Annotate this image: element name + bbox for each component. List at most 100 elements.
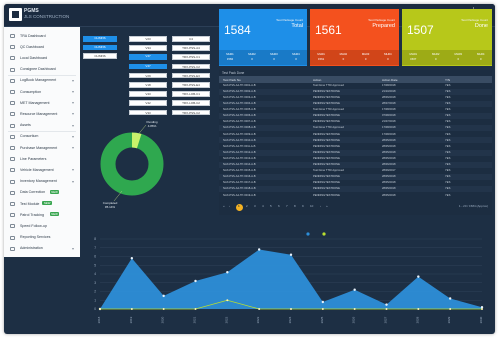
chevron-down-icon[interactable]: ▾ — [72, 145, 74, 150]
table-cell: YES — [445, 89, 451, 93]
sidebar-item[interactable]: Speed Follow-up — [4, 221, 80, 231]
sidebar-item[interactable]: LogBook Management ▾ — [4, 76, 80, 86]
breakdown-key: MH02 — [339, 52, 348, 56]
page-number[interactable]: 6 — [278, 204, 280, 208]
version-picker-option[interactable]: V29 — [129, 72, 167, 79]
breakdown-key: MH03 — [270, 52, 278, 56]
site-picker-option[interactable]: CLIMNS — [83, 44, 117, 50]
sidebar-item[interactable]: Consignee Dashboard — [4, 65, 80, 75]
sidebar-item[interactable]: Resource Management ▾ — [4, 109, 80, 119]
chevron-down-icon[interactable]: ▾ — [72, 179, 74, 184]
package-picker-option[interactable]: TRX-PSS-E4 — [172, 82, 210, 88]
new-badge: NEW — [49, 189, 60, 194]
chevron-down-icon[interactable]: ▾ — [72, 246, 74, 251]
table-row[interactable]: NAX-PSS-A4-TP-0019-A-B PENDINGTESTDONE 28/… — [219, 192, 492, 199]
column-header[interactable]: Y/N — [445, 78, 450, 82]
column-header[interactable]: Action Date — [382, 78, 398, 82]
site-picker-option[interactable]: CLIMNS — [83, 53, 117, 59]
version-picker-option[interactable]: V47 — [129, 63, 167, 70]
table-cell: NAX-PSS-A4-TP-0004-A-B — [223, 102, 256, 106]
stat-card[interactable]: 1561 Test Package Count Prepared MH01 1561 MH… — [310, 9, 399, 66]
chevron-down-icon[interactable]: ▾ — [72, 111, 74, 116]
stat-card-subtitle: Test Package Count — [276, 18, 303, 22]
sidebar-item[interactable]: Assets ▾ — [4, 121, 80, 131]
sidebar-nav: TRA Dashboard QC Dashboard Local Dashboard… — [4, 27, 80, 257]
package-picker-option[interactable]: TRX-LOB-C1 — [172, 91, 210, 97]
version-picker-option[interactable]: V34 — [129, 45, 167, 51]
column-header[interactable]: Action — [313, 78, 321, 82]
breakdown-value: 0 — [479, 57, 482, 61]
page-number[interactable]: 3 — [254, 204, 256, 208]
page-number[interactable]: 1 — [238, 204, 240, 208]
breakdown-value: 1584 — [226, 57, 234, 61]
data-point — [257, 248, 261, 251]
next-page-icon[interactable]: › — [320, 204, 321, 208]
page-number[interactable]: 5 — [270, 204, 272, 208]
table-cell: 28/05/2018 — [382, 150, 396, 154]
version-picker-option[interactable]: V18 — [129, 82, 167, 88]
sidebar-item[interactable]: Patrol Tracking NEW — [4, 210, 80, 220]
version-picker-option[interactable]: V42 — [129, 100, 167, 106]
pin-icon — [10, 213, 15, 218]
chevron-down-icon[interactable]: ▾ — [72, 89, 74, 94]
prev-page-icon[interactable]: ‹ — [229, 204, 230, 208]
stat-card[interactable]: 1584 Test Package Count Total MH01 1584 MH02 0… — [219, 9, 307, 66]
chevron-down-icon[interactable]: ▾ — [72, 78, 74, 83]
sidebar-item[interactable]: QC Dashboard — [4, 42, 80, 52]
table-cell: NAX-PSS-A4-TP-0010-A-B — [223, 138, 256, 142]
sidebar-item[interactable]: Line Parameters — [4, 154, 80, 164]
table-cell: NAX-PSS-A4-TP-0003-A-B — [223, 95, 256, 99]
version-picker-option[interactable]: V47 — [129, 54, 167, 60]
sidebar-item[interactable]: MET Management ▾ — [4, 98, 80, 108]
folder-icon — [10, 112, 15, 117]
chevron-down-icon[interactable]: ▾ — [72, 100, 74, 105]
breakdown-key: MH03 — [454, 52, 462, 56]
page-number[interactable]: 7 — [286, 204, 288, 208]
package-picker-option[interactable]: TRX-PSS-C1 — [172, 54, 210, 60]
sidebar-item[interactable]: Data Correction NEW — [4, 188, 80, 198]
sidebar-item[interactable]: Consortium ▾ — [4, 132, 80, 142]
pending-pct: 4.86% — [148, 124, 157, 128]
page-number[interactable]: 9 — [302, 204, 304, 208]
package-picker-option[interactable]: TRX-PSS-A4 — [172, 45, 210, 51]
sidebar-item[interactable]: Test Module NEW — [4, 199, 80, 209]
stat-card-label: Prepared — [372, 23, 395, 29]
series-area — [100, 249, 482, 309]
breakdown-key: MH02 — [248, 52, 256, 56]
breakdown-value: 0 — [251, 57, 253, 61]
last-page-icon[interactable]: » — [326, 204, 328, 208]
package-picker-option[interactable]: TRX-PSS-E3 — [172, 72, 210, 79]
sidebar-item[interactable]: Reporting Services — [4, 233, 80, 243]
x-tick-label: 2021 — [193, 316, 197, 323]
version-picker-option[interactable]: V23 — [129, 36, 167, 42]
sidebar-item[interactable]: TRA Dashboard — [4, 31, 80, 41]
table-cell: NAX-PSS-A4-TP-0007-A-B — [223, 120, 256, 124]
site-picker-option[interactable]: CLIMNS — [83, 36, 117, 42]
page-number[interactable]: 10 — [310, 204, 313, 208]
chevron-down-icon[interactable]: ▾ — [72, 123, 74, 128]
x-tick-label: 2018 — [97, 316, 101, 323]
chevron-down-icon[interactable]: ▾ — [72, 134, 74, 139]
page-number[interactable]: 4 — [262, 204, 264, 208]
package-picker-option[interactable]: TRX-LOB-C2 — [172, 100, 210, 106]
chevron-down-icon[interactable]: ▾ — [72, 167, 74, 172]
sidebar-item[interactable]: Purchase Management ▾ — [4, 143, 80, 153]
page-number[interactable]: 8 — [294, 204, 296, 208]
page-number[interactable]: 2 — [246, 204, 248, 208]
app-logo-icon[interactable] — [9, 8, 22, 21]
first-page-icon[interactable]: « — [223, 204, 225, 208]
stat-card[interactable]: 1507 Test Package Count Done MH01 1507 MH02 0 M… — [402, 9, 492, 66]
package-picker-option[interactable]: TRX-PSS-C2 — [172, 63, 210, 70]
x-tick-label: 2025 — [320, 316, 324, 323]
sidebar-item[interactable]: Local Dashboard — [4, 53, 80, 63]
data-point — [226, 299, 229, 302]
table-cell: YES — [445, 175, 451, 179]
table-cell: YES — [445, 102, 451, 106]
package-picker-option[interactable]: C4 — [172, 36, 210, 42]
sidebar-item[interactable]: Consumption ▾ — [4, 87, 80, 97]
sidebar-item[interactable]: Administration ▾ — [4, 244, 80, 254]
sidebar-item[interactable]: Inventory Management ▾ — [4, 177, 80, 187]
sidebar-item[interactable]: Vehicle Management ▾ — [4, 165, 80, 175]
version-picker-option[interactable]: V43 — [129, 91, 167, 97]
column-header[interactable]: Test Pack No — [223, 78, 241, 82]
